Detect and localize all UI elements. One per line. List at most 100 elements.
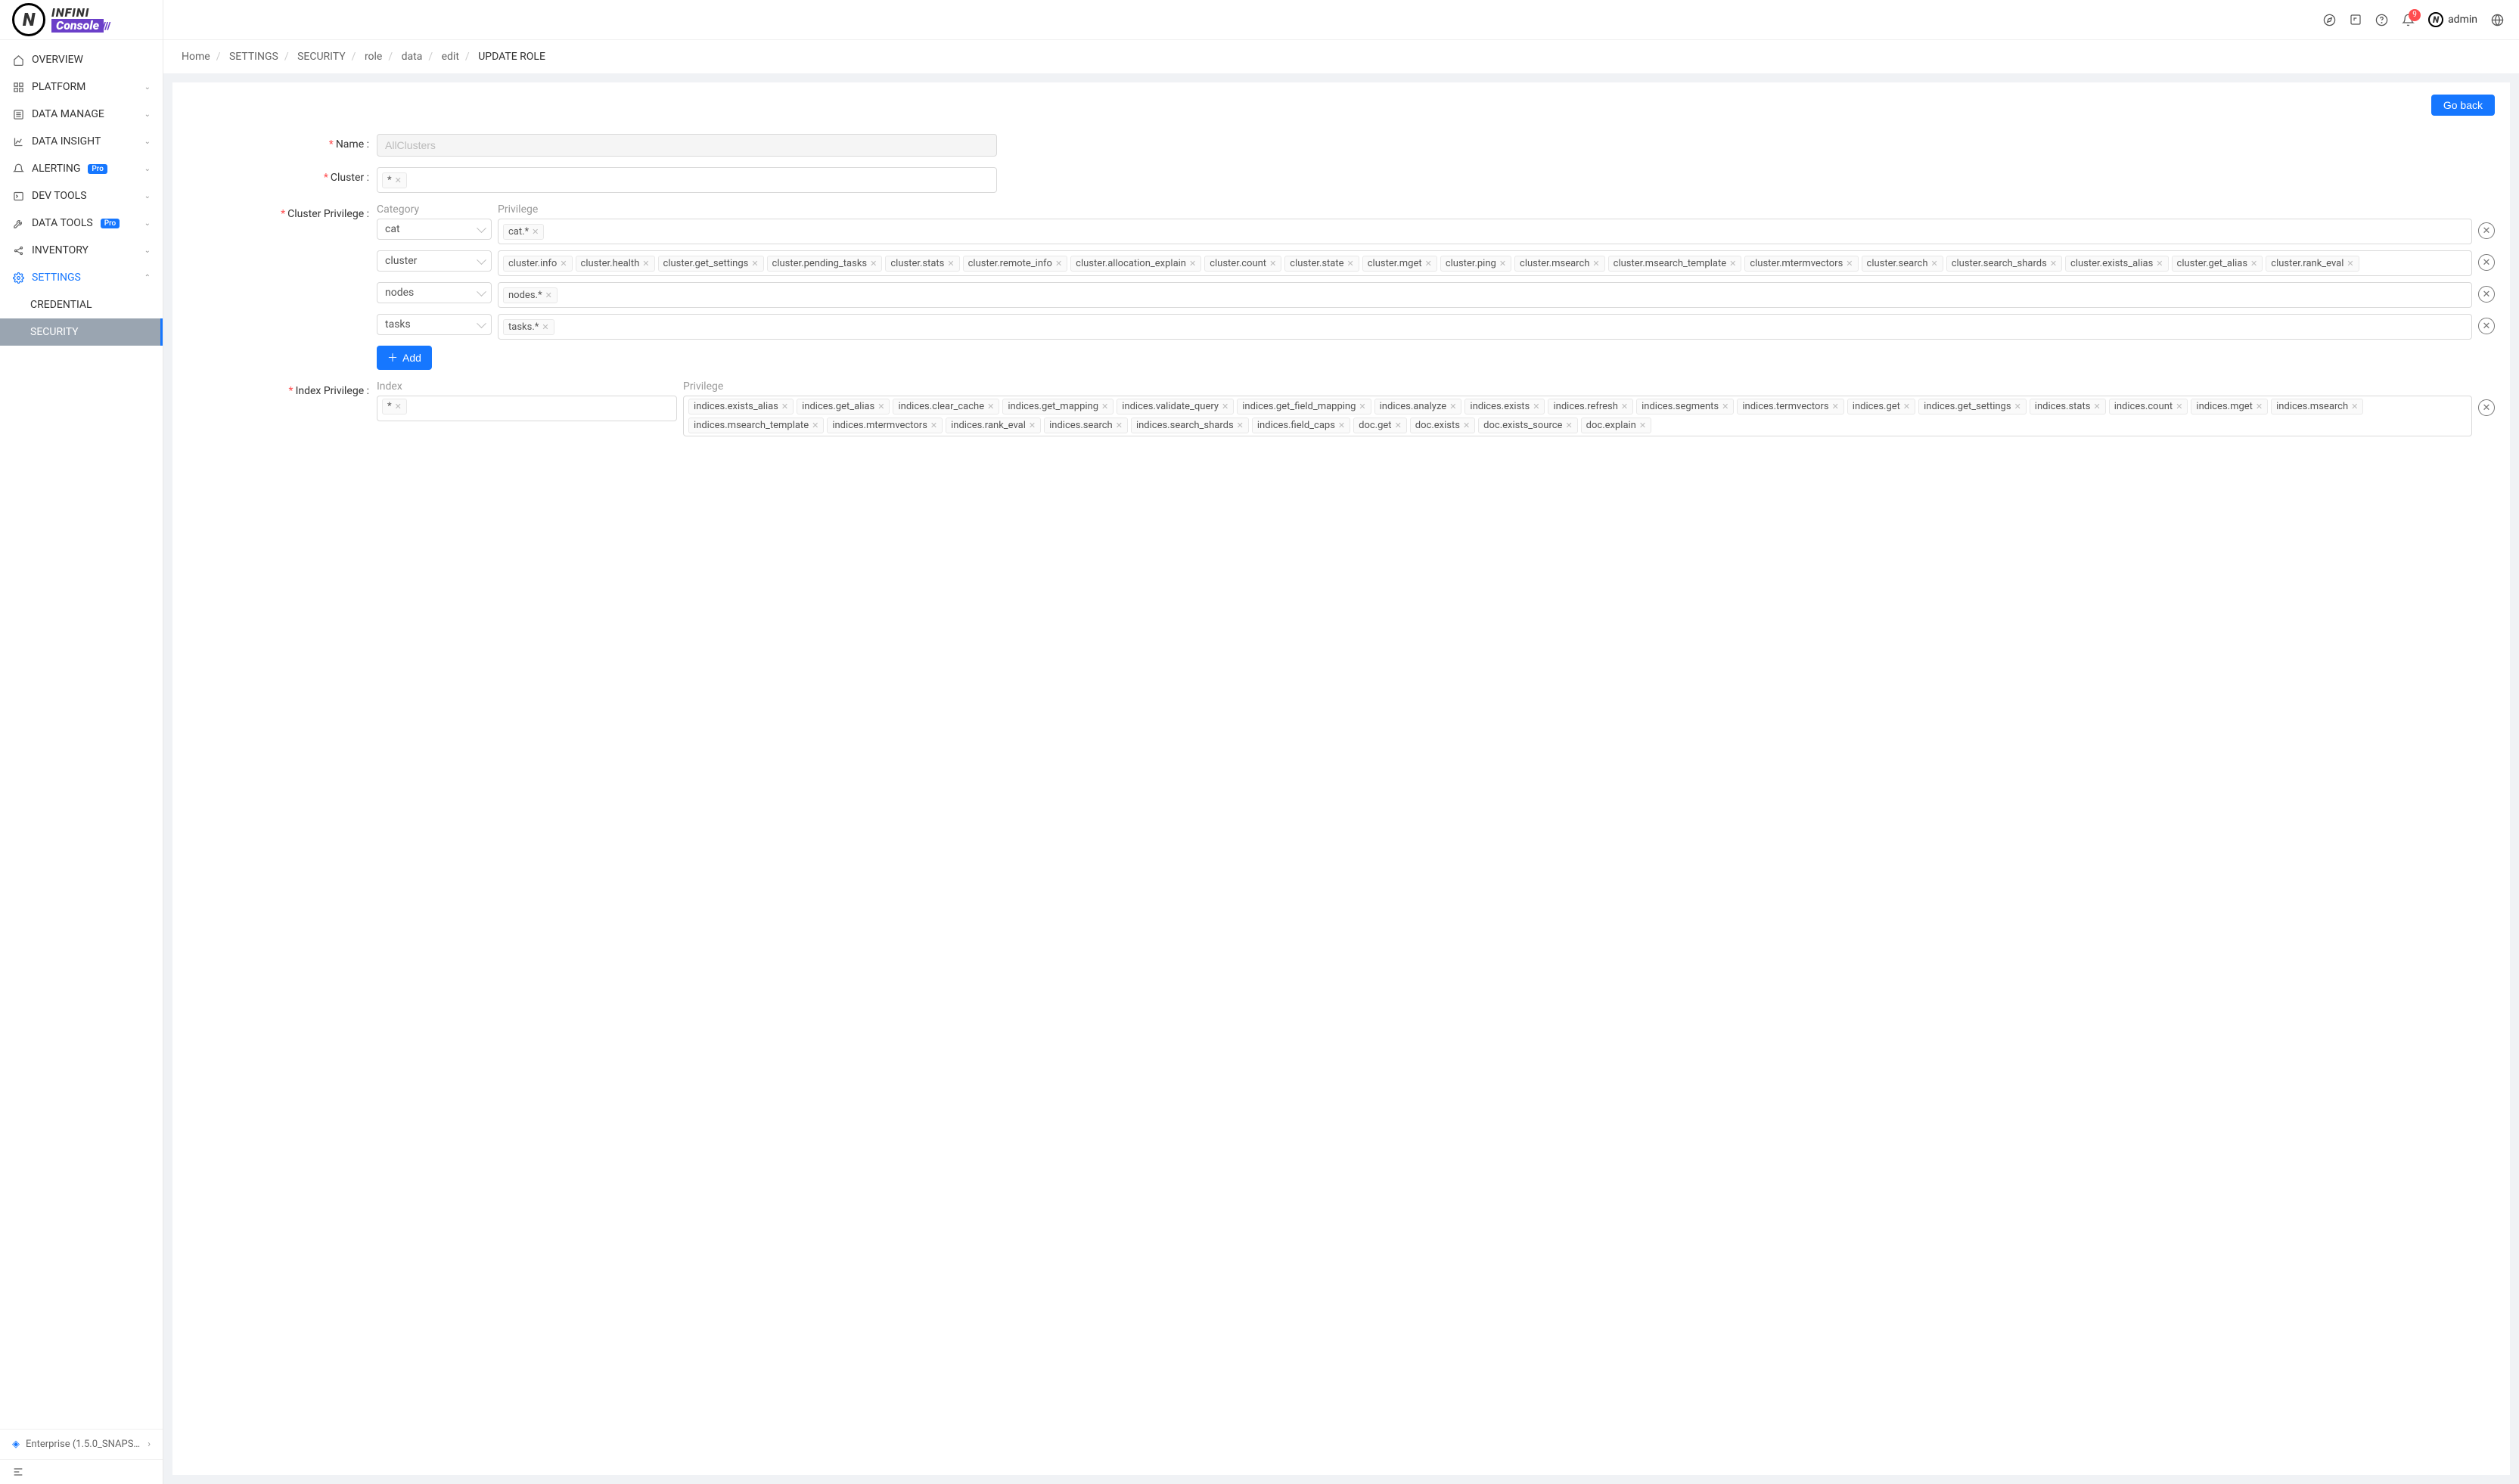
tag-remove-icon[interactable]: ✕ — [1463, 421, 1470, 430]
tag-remove-icon[interactable]: ✕ — [1359, 402, 1365, 411]
sidebar-footer[interactable]: ◈ Enterprise (1.5.0_SNAPS… › — [0, 1429, 163, 1459]
tag-remove-icon[interactable]: ✕ — [1395, 421, 1402, 430]
tag-remove-icon[interactable]: ✕ — [2351, 402, 2358, 411]
privilege-tag-input[interactable]: nodes.*✕ — [498, 282, 2472, 308]
tag-remove-icon[interactable]: ✕ — [1222, 402, 1228, 411]
tag-remove-icon[interactable]: ✕ — [642, 259, 649, 269]
tag-remove-icon[interactable]: ✕ — [987, 402, 994, 411]
privilege-tag-input[interactable]: cat.*✕ — [498, 219, 2472, 244]
add-cluster-privilege-button[interactable]: ＋ Add — [377, 346, 432, 370]
tag-remove-icon[interactable]: ✕ — [1055, 259, 1062, 269]
tag-remove-icon[interactable]: ✕ — [1621, 402, 1628, 411]
sidebar-item-datainsight[interactable]: DATA INSIGHT ⌄ — [0, 128, 163, 155]
tag-remove-icon[interactable]: ✕ — [1533, 402, 1539, 411]
tag-remove-icon[interactable]: ✕ — [542, 322, 548, 332]
breadcrumb-item[interactable]: Home — [182, 51, 210, 63]
tag-remove-icon[interactable]: ✕ — [2093, 402, 2100, 411]
notification-bell-icon[interactable]: 9 — [2402, 14, 2415, 26]
delete-row-button[interactable]: ✕ — [2478, 399, 2495, 416]
tag-remove-icon[interactable]: ✕ — [395, 402, 402, 411]
tag-remove-icon[interactable]: ✕ — [2050, 259, 2057, 269]
tag-remove-icon[interactable]: ✕ — [947, 259, 954, 269]
breadcrumb-item[interactable]: edit — [442, 51, 459, 63]
tag-remove-icon[interactable]: ✕ — [812, 421, 818, 430]
cluster-privilege-row: cluster cluster.info✕cluster.health✕clust… — [377, 250, 2495, 276]
compass-icon[interactable] — [2323, 14, 2336, 26]
sidebar-subitem-credential[interactable]: CREDENTIAL — [0, 291, 163, 318]
tag-remove-icon[interactable]: ✕ — [1116, 421, 1123, 430]
index-privilege-tag-input[interactable]: indices.exists_alias✕indices.get_alias✕i… — [683, 396, 2472, 436]
tag-remove-icon[interactable]: ✕ — [1101, 402, 1108, 411]
tag-remove-icon[interactable]: ✕ — [1565, 421, 1572, 430]
tag-remove-icon[interactable]: ✕ — [1189, 259, 1196, 269]
tag-remove-icon[interactable]: ✕ — [1499, 259, 1506, 269]
category-select[interactable]: cluster — [377, 250, 492, 272]
delete-row-button[interactable]: ✕ — [2478, 254, 2495, 271]
sidebar-item-datatools[interactable]: DATA TOOLS Pro ⌄ — [0, 210, 163, 237]
tag-remove-icon[interactable]: ✕ — [2176, 402, 2182, 411]
tag-remove-icon[interactable]: ✕ — [1846, 259, 1853, 269]
tag-remove-icon[interactable]: ✕ — [1639, 421, 1646, 430]
breadcrumb-item[interactable]: role — [365, 51, 382, 63]
tag-remove-icon[interactable]: ✕ — [1729, 259, 1736, 269]
tag-remove-icon[interactable]: ✕ — [1832, 402, 1839, 411]
tag-remove-icon[interactable]: ✕ — [1269, 259, 1276, 269]
user-menu[interactable]: N admin — [2428, 12, 2477, 27]
tag-remove-icon[interactable]: ✕ — [395, 175, 402, 185]
tag-remove-icon[interactable]: ✕ — [1425, 259, 1432, 269]
share-icon — [12, 245, 24, 256]
tag-remove-icon[interactable]: ✕ — [545, 290, 552, 300]
tag-remove-icon[interactable]: ✕ — [560, 259, 567, 269]
breadcrumb-item[interactable]: data — [402, 51, 423, 63]
tag-remove-icon[interactable]: ✕ — [930, 421, 937, 430]
privilege-tag-input[interactable]: cluster.info✕cluster.health✕cluster.get_… — [498, 250, 2472, 276]
tag-remove-icon[interactable]: ✕ — [751, 259, 758, 269]
tag-remove-icon[interactable]: ✕ — [1722, 402, 1729, 411]
sidebar-item-datamanage[interactable]: DATA MANAGE ⌄ — [0, 101, 163, 128]
globe-icon[interactable] — [2491, 14, 2504, 26]
index-tag-input[interactable]: *✕ — [377, 396, 677, 421]
logo[interactable]: N INFINI Console/// — [12, 3, 110, 36]
tag-remove-icon[interactable]: ✕ — [870, 259, 877, 269]
tag-remove-icon[interactable]: ✕ — [1029, 421, 1036, 430]
privilege-tag-input[interactable]: tasks.*✕ — [498, 314, 2472, 340]
tag-remove-icon[interactable]: ✕ — [2250, 259, 2257, 269]
breadcrumb-item[interactable]: SECURITY — [297, 51, 346, 63]
fullscreen-icon[interactable] — [2350, 14, 2362, 26]
tag-remove-icon[interactable]: ✕ — [1338, 421, 1345, 430]
delete-row-button[interactable]: ✕ — [2478, 286, 2495, 303]
tag-remove-icon[interactable]: ✕ — [781, 402, 788, 411]
breadcrumb-item[interactable]: SETTINGS — [229, 51, 278, 63]
tag-remove-icon[interactable]: ✕ — [877, 402, 884, 411]
collapse-toggle[interactable] — [0, 1459, 163, 1484]
tag-remove-icon[interactable]: ✕ — [1347, 259, 1354, 269]
chevron-down-icon: ⌄ — [144, 219, 151, 228]
tag-remove-icon[interactable]: ✕ — [2014, 402, 2021, 411]
sidebar-item-platform[interactable]: PLATFORM ⌄ — [0, 73, 163, 101]
sidebar-item-alerting[interactable]: ALERTING Pro ⌄ — [0, 155, 163, 182]
sidebar-item-inventory[interactable]: INVENTORY ⌄ — [0, 237, 163, 264]
delete-row-button[interactable]: ✕ — [2478, 222, 2495, 239]
tag-remove-icon[interactable]: ✕ — [1930, 259, 1937, 269]
tag-remove-icon[interactable]: ✕ — [1592, 259, 1599, 269]
pro-badge: Pro — [88, 164, 107, 174]
logo-stripes-icon: /// — [102, 20, 110, 33]
category-select[interactable]: tasks — [377, 314, 492, 335]
tag-remove-icon[interactable]: ✕ — [1449, 402, 1456, 411]
sidebar-subitem-security[interactable]: SECURITY — [0, 318, 163, 346]
delete-row-button[interactable]: ✕ — [2478, 318, 2495, 334]
sidebar-item-overview[interactable]: OVERVIEW — [0, 46, 163, 73]
tag-remove-icon[interactable]: ✕ — [532, 227, 539, 237]
tag-remove-icon[interactable]: ✕ — [1903, 402, 1910, 411]
sidebar-item-devtools[interactable]: DEV TOOLS ⌄ — [0, 182, 163, 210]
tag-remove-icon[interactable]: ✕ — [2156, 259, 2163, 269]
category-select[interactable]: cat — [377, 219, 492, 240]
category-select[interactable]: nodes — [377, 282, 492, 303]
help-icon[interactable] — [2375, 14, 2388, 26]
sidebar-item-settings[interactable]: SETTINGS ⌃ — [0, 264, 163, 291]
cluster-tag-input[interactable]: *✕ — [377, 167, 997, 193]
tag-remove-icon[interactable]: ✕ — [1237, 421, 1244, 430]
tag-remove-icon[interactable]: ✕ — [2347, 259, 2353, 269]
tag-remove-icon[interactable]: ✕ — [2256, 402, 2263, 411]
go-back-button[interactable]: Go back — [2431, 95, 2495, 116]
